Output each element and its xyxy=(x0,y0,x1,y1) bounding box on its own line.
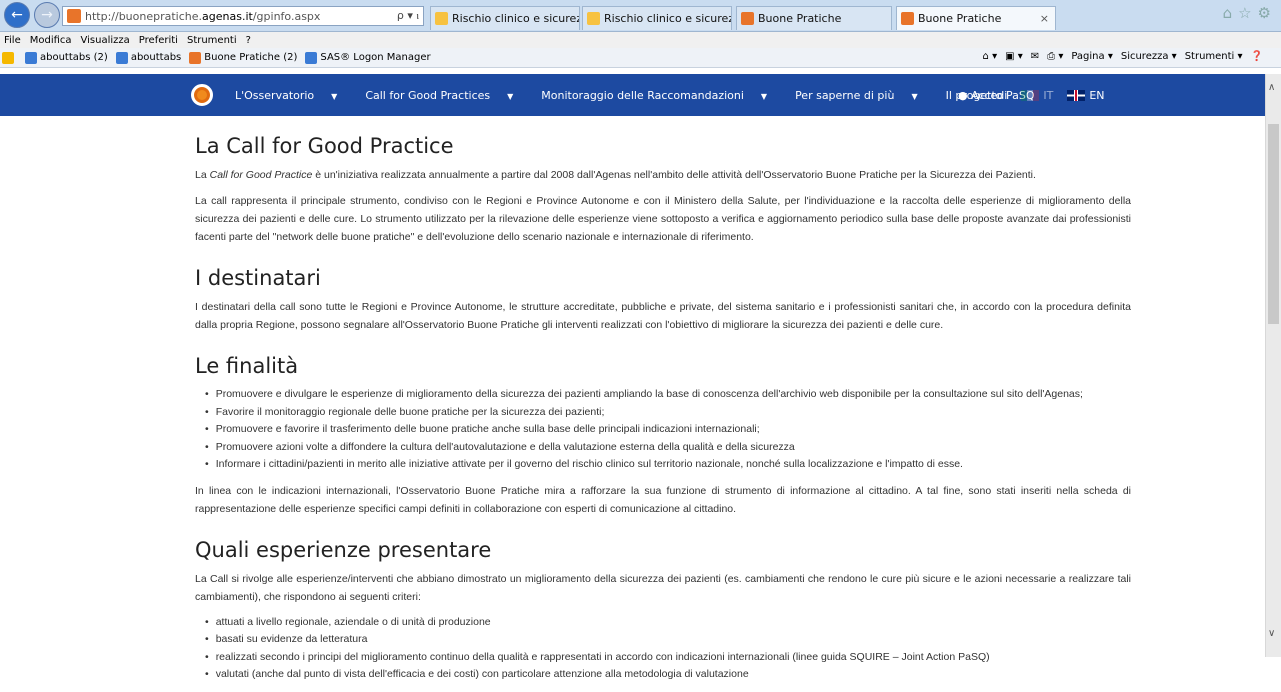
scroll-up-icon[interactable]: ∧ xyxy=(1268,82,1275,93)
list-item: Promuovere azioni volte a diffondere la … xyxy=(205,439,1131,457)
heading-quali-esperienze: Quali esperienze presentare xyxy=(195,537,492,562)
caret-down-icon: ▼ xyxy=(507,91,514,101)
indicazioni-paragraph: In linea con le indicazioni internaziona… xyxy=(195,484,1131,515)
tab-favicon xyxy=(435,12,448,25)
site-favicon xyxy=(189,51,202,64)
browser-tab[interactable]: Buone Pratiche xyxy=(736,6,892,30)
site-favicon xyxy=(67,9,81,23)
lang-it[interactable]: IT xyxy=(1021,89,1053,102)
favorites-star-icon[interactable] xyxy=(2,51,17,64)
forward-button[interactable]: → xyxy=(34,2,60,28)
agenas-logo[interactable] xyxy=(191,84,213,106)
browser-titlebar: ← → http://buonepratiche.agenas.it/gpinf… xyxy=(0,0,1281,32)
scrollbar-thumb[interactable] xyxy=(1268,124,1279,324)
tab-favicon xyxy=(901,12,914,25)
browser-tab-active[interactable]: Buone Pratiche × xyxy=(896,6,1056,30)
destinatari-paragraph: I destinatari della call sono tutte le R… xyxy=(195,301,1131,331)
heading-call-for-good-practice: La Call for Good Practice xyxy=(195,134,454,158)
tab-favicon xyxy=(741,12,754,25)
nav-osservatorio[interactable]: L'Osservatorio ▼ xyxy=(235,89,351,102)
tab-favicon xyxy=(587,12,600,25)
favorite-link[interactable]: Buone Pratiche (2) xyxy=(189,51,297,64)
caret-down-icon: ▼ xyxy=(760,91,768,101)
back-arrow-icon: ← xyxy=(11,7,23,23)
nav-right: ● Accedi IT EN xyxy=(958,74,1105,116)
esperienze-paragraph: La Call si rivolge alle esperienze/inter… xyxy=(195,572,1131,603)
tab-close-icon[interactable]: × xyxy=(1040,12,1049,25)
help-icon[interactable]: ❓ xyxy=(1251,51,1263,62)
browser-tab[interactable]: Rischio clinico e sicurezza del ... xyxy=(582,6,732,30)
ie-page-icon xyxy=(305,51,318,64)
menu-pagina[interactable]: Pagina ▾ xyxy=(1071,51,1113,62)
menu-modifica[interactable]: Modifica xyxy=(30,35,72,46)
browser-menubar: File Modifica Visualizza Preferiti Strum… xyxy=(0,32,1281,48)
list-item: Informare i cittadini/pazienti in merito… xyxy=(205,456,1131,474)
feeds-icon[interactable]: ▣ ▾ xyxy=(1005,51,1023,62)
user-icon: ● xyxy=(958,88,968,102)
page-scrollbar[interactable]: ∧ ∨ xyxy=(1265,74,1281,657)
menu-preferiti[interactable]: Preferiti xyxy=(139,35,178,46)
criteri-list: attuati a livello regionale, aziendale o… xyxy=(205,614,1131,684)
list-item: attuati a livello regionale, aziendale o… xyxy=(205,614,1131,632)
browser-tab[interactable]: Rischio clinico e sicurezza del ... xyxy=(430,6,580,30)
nav-per-saperne-di-piu[interactable]: Per saperne di più ▼ xyxy=(795,89,932,102)
command-bar: ⌂ ▾ ▣ ▾ ✉ ⎙ ▾ Pagina ▾ Sicurezza ▾ Strum… xyxy=(983,51,1263,62)
lang-en[interactable]: EN xyxy=(1067,89,1105,102)
favorite-link[interactable]: abouttabs (2) xyxy=(25,51,108,64)
login-link[interactable]: ● Accedi xyxy=(958,89,1007,102)
list-item: Promuovere e favorire il trasferimento d… xyxy=(205,421,1131,439)
caret-down-icon: ▼ xyxy=(911,91,918,101)
finalita-list: Promuovere e divulgare le esperienze di … xyxy=(205,386,1131,474)
favorite-link[interactable]: SAS® Logon Manager xyxy=(305,51,431,64)
favorite-link[interactable]: abouttabs xyxy=(115,51,181,64)
caret-down-icon: ▼ xyxy=(331,91,338,101)
address-url: http://buonepratiche.agenas.it/gpinfo.as… xyxy=(85,9,321,23)
list-item: valutati (anche dal punto di vista dell'… xyxy=(205,666,1131,684)
italy-flag-icon xyxy=(1021,90,1040,101)
print-icon[interactable]: ⎙ ▾ xyxy=(1047,51,1063,62)
menu-help[interactable]: ? xyxy=(246,35,251,46)
menu-sicurezza[interactable]: Sicurezza ▾ xyxy=(1121,51,1177,62)
list-item: Promuovere e divulgare le esperienze di … xyxy=(205,386,1131,404)
ie-page-icon xyxy=(115,51,128,64)
home-icon[interactable]: ⌂ ▾ xyxy=(983,51,998,62)
site-navbar: L'Osservatorio ▼ Call for Good Practices ▼… xyxy=(0,74,1265,116)
ie-page-icon xyxy=(25,51,37,64)
nav-call-for-good-practices[interactable]: Call for Good Practices ▼ xyxy=(365,89,527,102)
menu-file[interactable]: File xyxy=(4,35,21,46)
uk-flag-icon xyxy=(1067,90,1086,101)
nav-monitoraggio[interactable]: Monitoraggio delle Raccomandazioni ▼ xyxy=(541,89,781,102)
scroll-down-icon[interactable]: ∨ xyxy=(1268,628,1275,639)
heading-destinatari: I destinatari xyxy=(195,266,321,290)
menu-visualizza[interactable]: Visualizza xyxy=(81,35,130,46)
mail-icon[interactable]: ✉ xyxy=(1031,51,1039,62)
address-bar[interactable]: http://buonepratiche.agenas.it/gpinfo.as… xyxy=(62,6,424,26)
list-item: basati su evidenze da letteratura xyxy=(205,631,1131,649)
list-item: realizzati secondo i principi del miglio… xyxy=(205,649,1131,667)
intro-paragraph: La Call for Good Practice è un'iniziativ… xyxy=(195,169,1036,181)
home-star-gear-icons[interactable]: ⌂☆⚙ xyxy=(1223,4,1277,22)
back-button[interactable]: ← xyxy=(4,2,30,28)
forward-arrow-icon: → xyxy=(41,7,53,23)
address-search-refresh-icons[interactable]: ρ ▾ ⲓ xyxy=(397,9,419,23)
menu-strumenti-cmd[interactable]: Strumenti ▾ xyxy=(1185,51,1243,62)
list-item: Favorire il monitoraggio regionale delle… xyxy=(205,404,1131,422)
heading-finalita: Le finalità xyxy=(195,354,299,378)
page-content: La Call for Good Practice La Call for Go… xyxy=(195,116,1131,692)
main-menu: L'Osservatorio ▼ Call for Good Practices ▼… xyxy=(235,74,1049,116)
menu-strumenti[interactable]: Strumenti xyxy=(187,35,237,46)
favorites-bar: abouttabs (2) abouttabs Buone Pratiche (… xyxy=(0,48,1281,68)
call-description-paragraph: La call rappresenta il principale strume… xyxy=(195,195,1131,243)
